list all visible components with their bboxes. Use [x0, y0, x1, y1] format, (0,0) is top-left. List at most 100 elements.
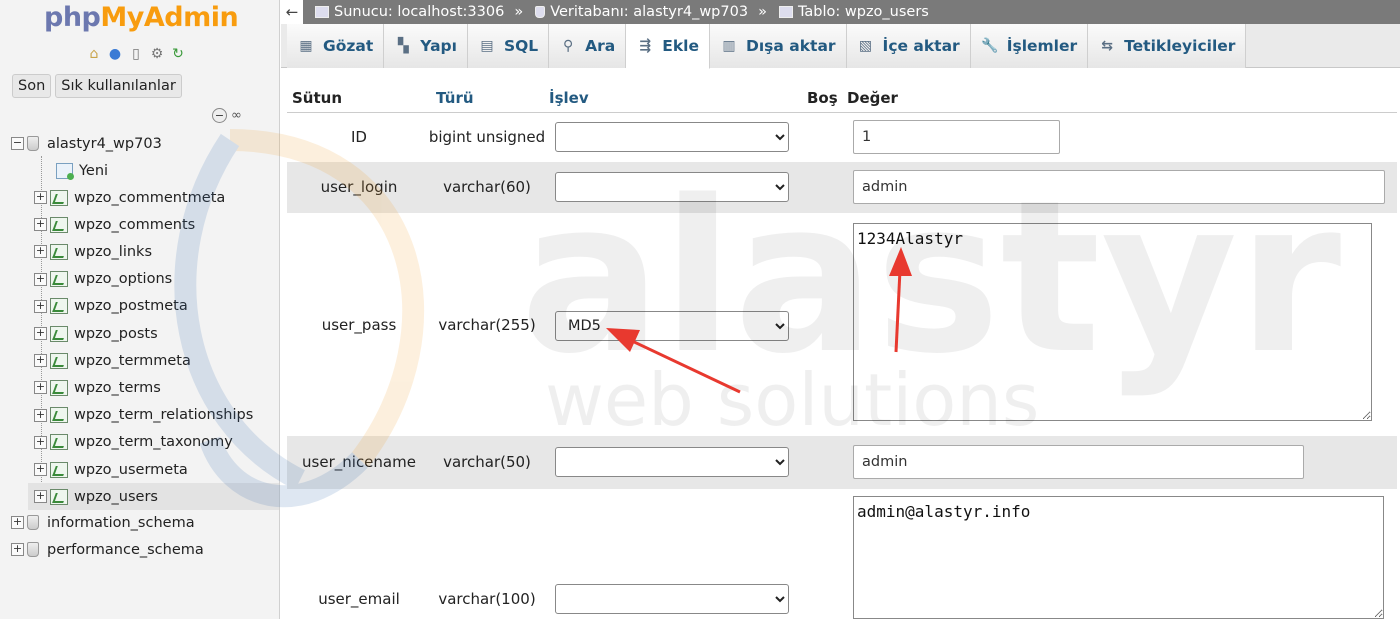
- info-icon[interactable]: ●: [106, 45, 124, 63]
- expand-icon[interactable]: +: [34, 191, 47, 204]
- reload-icon[interactable]: ↻: [169, 45, 187, 63]
- breadcrumb-separator: »: [514, 4, 524, 20]
- header-type[interactable]: Türü: [436, 89, 474, 107]
- home-icon[interactable]: ⌂: [85, 45, 103, 63]
- tree-table-item[interactable]: + wpzo_commentmeta: [34, 184, 225, 211]
- back-arrow-icon[interactable]: ←: [281, 0, 303, 24]
- value-input[interactable]: [853, 445, 1304, 479]
- tab-sql[interactable]: ▤ SQL: [467, 24, 550, 68]
- recent-tab[interactable]: Son: [12, 74, 52, 98]
- expand-icon[interactable]: +: [34, 354, 47, 368]
- breadcrumb-database[interactable]: Veritabanı: alastyr4_wp703: [535, 4, 748, 20]
- table-icon: [50, 271, 68, 288]
- table-label[interactable]: wpzo_terms: [74, 380, 161, 396]
- table-label[interactable]: wpzo_term_taxonomy: [74, 434, 233, 450]
- tree-table-item[interactable]: + wpzo_term_taxonomy: [34, 429, 233, 456]
- docs-icon[interactable]: ▯: [127, 45, 145, 63]
- table-label[interactable]: wpzo_usermeta: [74, 462, 188, 478]
- expand-icon[interactable]: +: [34, 490, 47, 504]
- expand-icon[interactable]: +: [34, 408, 47, 422]
- breadcrumb-table-label[interactable]: Tablo: wpzo_users: [798, 4, 929, 20]
- settings-icon[interactable]: ⚙: [148, 45, 166, 63]
- tree-table-item[interactable]: + wpzo_options: [34, 266, 172, 293]
- expand-icon[interactable]: +: [34, 272, 47, 286]
- value-textarea[interactable]: 1234Alastyr: [853, 223, 1372, 421]
- favorites-tab[interactable]: Sık kullanılanlar: [55, 74, 182, 98]
- function-select[interactable]: [555, 122, 789, 152]
- breadcrumb-server-label[interactable]: Sunucu: localhost:3306: [334, 4, 504, 20]
- tree-table-item[interactable]: + wpzo_usermeta: [34, 456, 188, 483]
- logo-myadmin: MyAdmin: [100, 2, 239, 33]
- breadcrumb-separator: »: [758, 4, 767, 20]
- expand-icon[interactable]: +: [34, 327, 47, 340]
- link-icon[interactable]: ∞: [231, 108, 242, 123]
- breadcrumb-table[interactable]: Tablo: wpzo_users: [778, 4, 929, 20]
- table-label[interactable]: wpzo_options: [74, 271, 172, 287]
- tab-insert[interactable]: ⇶ Ekle: [626, 24, 710, 69]
- form-header-row: Sütun Türü İşlev Boş Değer: [287, 83, 1397, 113]
- expand-icon[interactable]: +: [34, 435, 47, 449]
- function-select[interactable]: MD5: [555, 311, 789, 341]
- table-label[interactable]: wpzo_posts: [74, 326, 158, 342]
- tree-table-item[interactable]: + wpzo_termmeta: [34, 347, 191, 374]
- field-name: ID: [351, 128, 367, 146]
- expand-icon[interactable]: +: [11, 516, 24, 529]
- table-label[interactable]: wpzo_termmeta: [74, 353, 191, 369]
- tab-browse[interactable]: ▦ Gözat: [287, 24, 385, 68]
- tab-label: İçe aktar: [882, 37, 960, 55]
- tree-table-item[interactable]: + wpzo_posts: [34, 320, 158, 347]
- expand-icon[interactable]: +: [34, 245, 47, 259]
- new-label[interactable]: Yeni: [79, 163, 108, 179]
- value-input[interactable]: [853, 120, 1060, 154]
- search-icon: ⚲: [563, 38, 574, 54]
- tab-search[interactable]: ⚲ Ara: [549, 24, 627, 68]
- tab-structure[interactable]: ▚ Yapı: [384, 24, 468, 68]
- function-select[interactable]: [555, 584, 789, 614]
- db-label[interactable]: information_schema: [47, 515, 195, 531]
- table-tabs: ▦ Gözat ▚ Yapı ▤ SQL ⚲ Ara ⇶ Ekle ▥ Dışa aktar ▧ İçe …: [281, 24, 1400, 69]
- function-select[interactable]: [555, 172, 789, 202]
- tab-wrench[interactable]: 🔧 İşlemler: [970, 24, 1089, 68]
- table-label[interactable]: wpzo_postmeta: [74, 298, 188, 314]
- expand-icon[interactable]: +: [34, 463, 47, 476]
- table-label[interactable]: wpzo_term_relationships: [74, 407, 253, 423]
- expand-icon[interactable]: +: [34, 299, 47, 313]
- database-icon: [27, 542, 39, 557]
- tree-table-item[interactable]: + wpzo_term_relationships: [34, 402, 253, 429]
- collapse-all-icon[interactable]: −: [212, 108, 227, 123]
- tree-db-performance-schema[interactable]: + performance_schema: [11, 536, 204, 563]
- breadcrumb-database-label[interactable]: Veritabanı: alastyr4_wp703: [550, 4, 748, 20]
- sql-icon: ▤: [480, 38, 494, 54]
- navigation-icons: ⌂ ● ▯ ⚙ ↻: [85, 45, 187, 63]
- tree-table-item[interactable]: + wpzo_links: [34, 238, 152, 265]
- db-label[interactable]: performance_schema: [47, 542, 204, 558]
- tree-db-main[interactable]: − alastyr4_wp703: [11, 130, 162, 157]
- tree-new-table[interactable]: Yeni: [56, 157, 108, 184]
- db-label[interactable]: alastyr4_wp703: [47, 136, 162, 152]
- table-icon: [50, 298, 68, 315]
- table-label[interactable]: wpzo_comments: [74, 217, 195, 233]
- tab-export[interactable]: ▥ Dışa aktar: [710, 24, 847, 68]
- table-label[interactable]: wpzo_users: [74, 489, 158, 505]
- breadcrumb-server[interactable]: Sunucu: localhost:3306: [315, 4, 504, 20]
- expand-icon[interactable]: +: [34, 381, 47, 395]
- tree-table-item[interactable]: + wpzo_comments: [34, 211, 195, 238]
- tree-table-item[interactable]: + wpzo_terms: [34, 374, 161, 401]
- value-textarea[interactable]: admin@alastyr.info: [853, 496, 1384, 619]
- header-function[interactable]: İşlev: [549, 89, 589, 107]
- collapse-icon[interactable]: −: [11, 137, 24, 150]
- table-label[interactable]: wpzo_links: [74, 244, 152, 260]
- table-label[interactable]: wpzo_commentmeta: [74, 190, 225, 206]
- function-select[interactable]: [555, 447, 789, 477]
- header-value: Değer: [847, 89, 898, 107]
- tree-table-item[interactable]: + wpzo_postmeta: [34, 293, 188, 320]
- phpmyadmin-logo[interactable]: phpMyAdmin: [44, 2, 239, 33]
- table-icon: [50, 434, 68, 451]
- tree-table-item[interactable]: + wpzo_users: [28, 483, 279, 511]
- value-input[interactable]: [853, 170, 1385, 204]
- tab-import[interactable]: ▧ İçe aktar: [846, 24, 971, 68]
- expand-icon[interactable]: +: [11, 543, 24, 556]
- expand-icon[interactable]: +: [34, 218, 47, 232]
- tab-triggers[interactable]: ⇆ Tetikleyiciler: [1088, 24, 1247, 68]
- tree-db-information-schema[interactable]: + information_schema: [11, 509, 195, 536]
